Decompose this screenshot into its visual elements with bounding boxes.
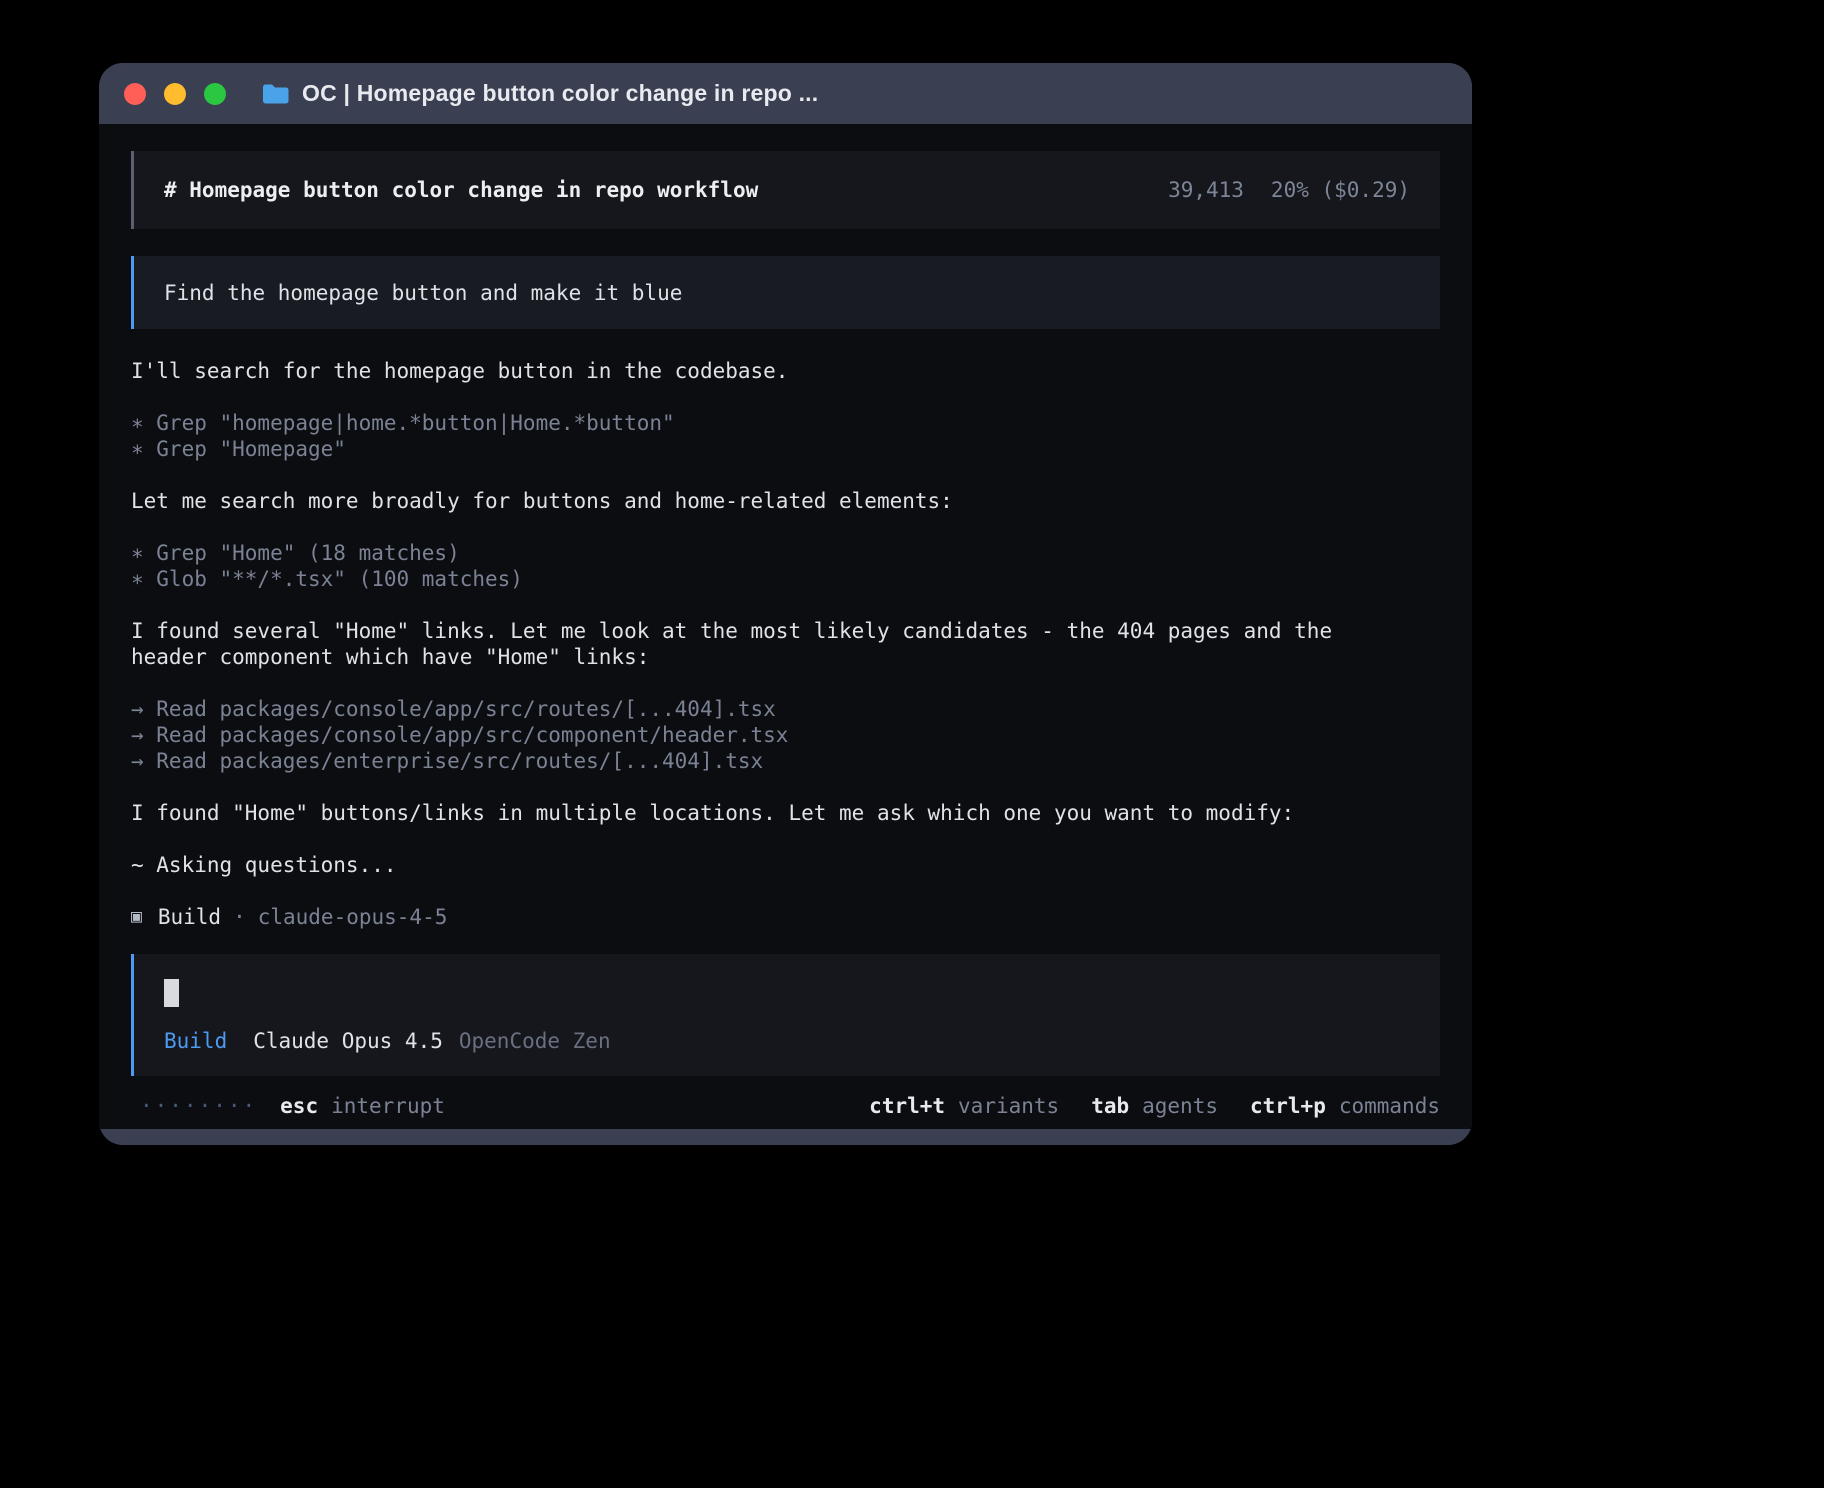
session-stats: 39,413 20% ($0.29): [1168, 177, 1410, 203]
context-usage: 20% ($0.29): [1271, 177, 1410, 203]
shortcut-key: ctrl+t: [869, 1093, 945, 1119]
prompt-input[interactable]: Build Claude Opus 4.5 OpenCode Zen: [131, 954, 1440, 1076]
transcript-gap: [131, 774, 1371, 800]
token-count: 39,413: [1168, 177, 1244, 203]
transcript-gap: [131, 592, 1371, 618]
assistant-text-line: ~ Asking questions...: [131, 852, 1371, 878]
shortcut-agents: tab agents: [1091, 1093, 1218, 1119]
assistant-text-line: Let me search more broadly for buttons a…: [131, 488, 1371, 514]
shortcut-commands: ctrl+p commands: [1250, 1093, 1440, 1119]
session-title: # Homepage button color change in repo w…: [164, 177, 758, 203]
transcript-gap: [131, 670, 1371, 696]
input-footer: Build Claude Opus 4.5 OpenCode Zen: [164, 1028, 1410, 1054]
window-title: OC | Homepage button color change in rep…: [302, 80, 818, 107]
status-right: ctrl+t variants tab agents ctrl+p comman…: [869, 1093, 1440, 1119]
window-bottom-chrome: [99, 1129, 1472, 1145]
tool-call-line: → Read packages/enterprise/src/routes/[.…: [131, 748, 1371, 774]
shortcut-key: ctrl+p: [1250, 1093, 1326, 1119]
transcript-gap: [131, 878, 1371, 904]
user-message-text: Find the homepage button and make it blu…: [164, 280, 682, 306]
title-bar[interactable]: OC | Homepage button color change in rep…: [99, 63, 1472, 124]
shortcut-label: variants: [958, 1093, 1059, 1119]
terminal-window: OC | Homepage button color change in rep…: [99, 63, 1472, 1145]
transcript-gap: [131, 384, 1371, 410]
assistant-transcript: I'll search for the homepage button in t…: [131, 358, 1371, 930]
close-button[interactable]: [124, 83, 146, 105]
agent-status-line: ▣ Build · claude-opus-4-5: [131, 904, 1371, 930]
terminal-content: # Homepage button color change in repo w…: [99, 124, 1472, 1129]
shortcut-label: commands: [1339, 1093, 1440, 1119]
status-left: ········ esc interrupt: [140, 1093, 445, 1119]
shortcut-label: agents: [1142, 1093, 1218, 1119]
assistant-text-line: I found "Home" buttons/links in multiple…: [131, 800, 1371, 826]
zoom-button[interactable]: [204, 83, 226, 105]
tool-call-line: → Read packages/console/app/src/routes/[…: [131, 696, 1371, 722]
tool-call-line: ∗ Grep "Home" (18 matches): [131, 540, 1371, 566]
tool-call-line: ∗ Grep "homepage|home.*button|Home.*butt…: [131, 410, 1371, 436]
agent-mode-label: Build: [164, 1028, 227, 1054]
text-cursor: [164, 979, 179, 1007]
shortcut-label: interrupt: [331, 1093, 445, 1119]
shortcut-key: esc: [280, 1093, 318, 1119]
tool-call-line: ∗ Glob "**/*.tsx" (100 matches): [131, 566, 1371, 592]
shortcut-key: tab: [1091, 1093, 1129, 1119]
spinner-dots: ········: [140, 1093, 257, 1119]
shortcut-variants: ctrl+t variants: [869, 1093, 1059, 1119]
user-message: Find the homepage button and make it blu…: [131, 256, 1440, 329]
transcript-gap: [131, 514, 1371, 540]
agent-separator: ·: [233, 904, 246, 930]
minimize-button[interactable]: [164, 83, 186, 105]
model-label: Claude Opus 4.5: [253, 1028, 443, 1054]
agent-model: claude-opus-4-5: [258, 904, 448, 930]
agent-name: Build: [158, 904, 221, 930]
session-header: # Homepage button color change in repo w…: [131, 151, 1440, 229]
assistant-text-line: I'll search for the homepage button in t…: [131, 358, 1371, 384]
tool-call-line: ∗ Grep "Homepage": [131, 436, 1371, 462]
transcript-gap: [131, 826, 1371, 852]
provider-label: OpenCode Zen: [459, 1028, 611, 1054]
status-bar: ········ esc interrupt ctrl+t variants t…: [131, 1086, 1440, 1126]
shortcut-interrupt: esc interrupt: [280, 1093, 445, 1119]
folder-icon: [262, 83, 289, 104]
agent-icon: ▣: [131, 904, 142, 930]
assistant-text-line: I found several "Home" links. Let me loo…: [131, 618, 1371, 670]
tool-call-line: → Read packages/console/app/src/componen…: [131, 722, 1371, 748]
transcript-gap: [131, 462, 1371, 488]
